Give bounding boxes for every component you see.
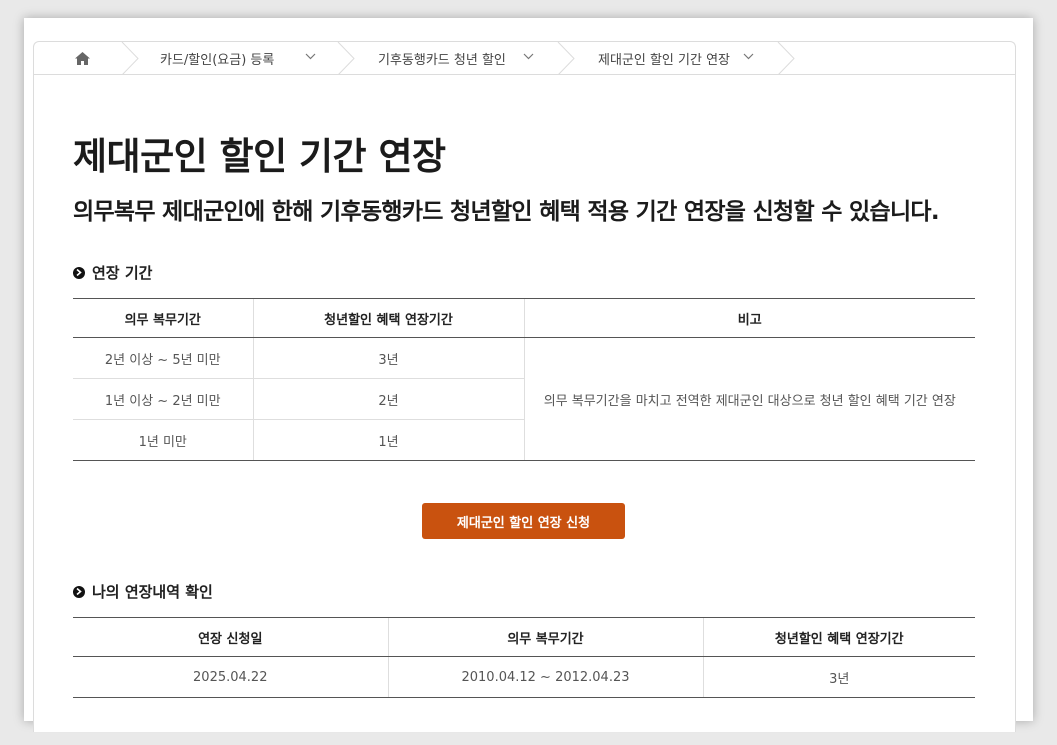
extension-period-cell: 3년 bbox=[252, 337, 524, 379]
section-heading-period: 연장 기간 bbox=[73, 262, 152, 283]
period-table: 의무 복무기간 청년할인 혜택 연장기간 비고 2년 이상 ~ 5년 미만 3년… bbox=[73, 298, 975, 461]
extension-period-cell: 1년 bbox=[252, 419, 524, 461]
page-title: 제대군인 할인 기간 연장 bbox=[73, 135, 446, 178]
history-table: 연장 신청일 의무 복무기간 청년할인 혜택 연장기간 2025.04.22 2… bbox=[73, 617, 975, 698]
column-header: 의무 복무기간 bbox=[387, 617, 703, 657]
service-period-cell: 1년 이상 ~ 2년 미만 bbox=[73, 378, 253, 420]
service-period-cell: 2년 이상 ~ 5년 미만 bbox=[73, 337, 253, 379]
extension-period-cell: 3년 bbox=[702, 656, 975, 698]
table-header-row: 연장 신청일 의무 복무기간 청년할인 혜택 연장기간 bbox=[73, 617, 975, 657]
breadcrumb-item-card-discount[interactable]: 카드/할인(요금) 등록 bbox=[124, 42, 334, 74]
breadcrumb: 카드/할인(요금) 등록 기후동행카드 청년 할인 제대군인 할인 기간 연장 bbox=[34, 42, 1015, 75]
home-icon bbox=[74, 51, 90, 65]
chevron-down-icon bbox=[743, 53, 754, 60]
column-header: 청년할인 혜택 연장기간 bbox=[252, 298, 524, 338]
apply-extension-button[interactable]: 제대군인 할인 연장 신청 bbox=[422, 503, 625, 539]
service-period-cell: 2010.04.12 ~ 2012.04.23 bbox=[387, 656, 703, 698]
browser-frame: 카드/할인(요금) 등록 기후동행카드 청년 할인 제대군인 할인 기간 연장 … bbox=[24, 18, 1033, 732]
note-cell: 의무 복무기간을 마치고 전역한 제대군인 대상으로 청년 할인 혜택 기간 연… bbox=[523, 337, 975, 461]
breadcrumb-label: 카드/할인(요금) 등록 bbox=[160, 52, 275, 68]
page-subtitle: 의무복무 제대군인에 한해 기후동행카드 청년할인 혜택 적용 기간 연장을 신… bbox=[73, 199, 940, 225]
table-row: 2025.04.22 2010.04.12 ~ 2012.04.23 3년 bbox=[73, 656, 975, 698]
extension-period-cell: 2년 bbox=[252, 378, 524, 420]
column-header: 청년할인 혜택 연장기간 bbox=[702, 617, 975, 657]
chevron-right-circle-icon bbox=[73, 585, 85, 598]
chevron-right-circle-icon bbox=[73, 266, 85, 279]
breadcrumb-item-veteran-extension[interactable]: 제대군인 할인 기간 연장 bbox=[562, 42, 772, 74]
breadcrumb-separator-icon bbox=[777, 42, 795, 75]
column-header: 비고 bbox=[523, 298, 975, 338]
breadcrumb-label: 기후동행카드 청년 할인 bbox=[378, 52, 506, 68]
breadcrumb-label: 제대군인 할인 기간 연장 bbox=[598, 52, 730, 68]
home-link[interactable] bbox=[34, 42, 130, 74]
table-row: 2년 이상 ~ 5년 미만 3년 의무 복무기간을 마치고 전역한 제대군인 대… bbox=[73, 337, 975, 461]
content-card: 카드/할인(요금) 등록 기후동행카드 청년 할인 제대군인 할인 기간 연장 … bbox=[33, 41, 1016, 732]
table-header-row: 의무 복무기간 청년할인 혜택 연장기간 비고 bbox=[73, 298, 975, 338]
application-date-cell: 2025.04.22 bbox=[73, 656, 388, 698]
chevron-down-icon bbox=[305, 53, 316, 60]
breadcrumb-item-youth-discount[interactable]: 기후동행카드 청년 할인 bbox=[342, 42, 552, 74]
service-period-cell: 1년 미만 bbox=[73, 419, 253, 461]
section-heading-label: 나의 연장내역 확인 bbox=[92, 583, 213, 601]
section-heading-history: 나의 연장내역 확인 bbox=[73, 581, 213, 602]
column-header: 연장 신청일 bbox=[73, 617, 388, 657]
section-heading-label: 연장 기간 bbox=[92, 264, 153, 282]
column-header: 의무 복무기간 bbox=[73, 298, 253, 338]
chevron-down-icon bbox=[523, 53, 534, 60]
